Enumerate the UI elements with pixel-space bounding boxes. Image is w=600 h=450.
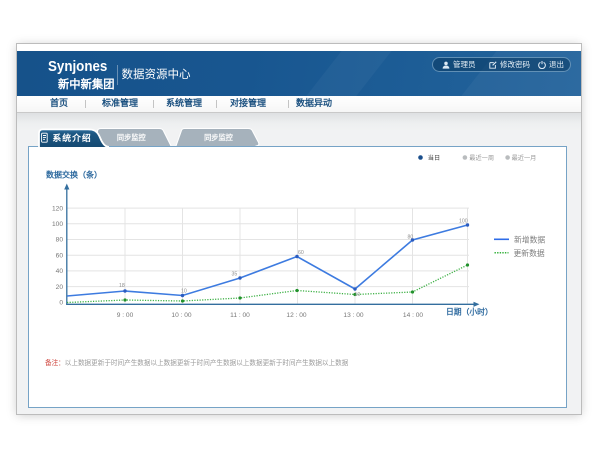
svg-text:100: 100 bbox=[52, 221, 63, 228]
svg-text:18: 18 bbox=[119, 283, 125, 289]
svg-text:更新数据: 更新数据 bbox=[514, 248, 545, 258]
svg-text:80: 80 bbox=[408, 235, 414, 241]
svg-text:最近一月: 最近一月 bbox=[512, 154, 537, 162]
svg-text:10: 10 bbox=[181, 289, 187, 295]
svg-text:14 : 00: 14 : 00 bbox=[403, 312, 423, 319]
svg-text:35: 35 bbox=[232, 272, 238, 278]
svg-text:数据交换（条）: 数据交换（条） bbox=[46, 170, 102, 180]
svg-text:60: 60 bbox=[56, 252, 64, 259]
svg-text:9 : 00: 9 : 00 bbox=[117, 312, 134, 319]
svg-text:100: 100 bbox=[459, 219, 468, 225]
svg-text:120: 120 bbox=[52, 205, 63, 212]
svg-text:10 : 00: 10 : 00 bbox=[171, 312, 191, 319]
svg-text:60: 60 bbox=[298, 250, 304, 256]
svg-text:当日: 当日 bbox=[428, 154, 440, 162]
svg-text:13 : 00: 13 : 00 bbox=[343, 312, 363, 319]
svg-text:10: 10 bbox=[355, 292, 361, 298]
svg-text:11 : 00: 11 : 00 bbox=[230, 312, 250, 319]
svg-text:日期（小时）: 日期（小时） bbox=[446, 307, 493, 317]
svg-text:最近一周: 最近一周 bbox=[469, 154, 494, 162]
svg-text:40: 40 bbox=[56, 268, 64, 275]
svg-text:12 : 00: 12 : 00 bbox=[286, 312, 306, 319]
svg-text:新增数据: 新增数据 bbox=[514, 234, 545, 244]
svg-text:20: 20 bbox=[56, 284, 64, 291]
svg-text:80: 80 bbox=[56, 237, 64, 244]
svg-text:0: 0 bbox=[59, 300, 63, 307]
